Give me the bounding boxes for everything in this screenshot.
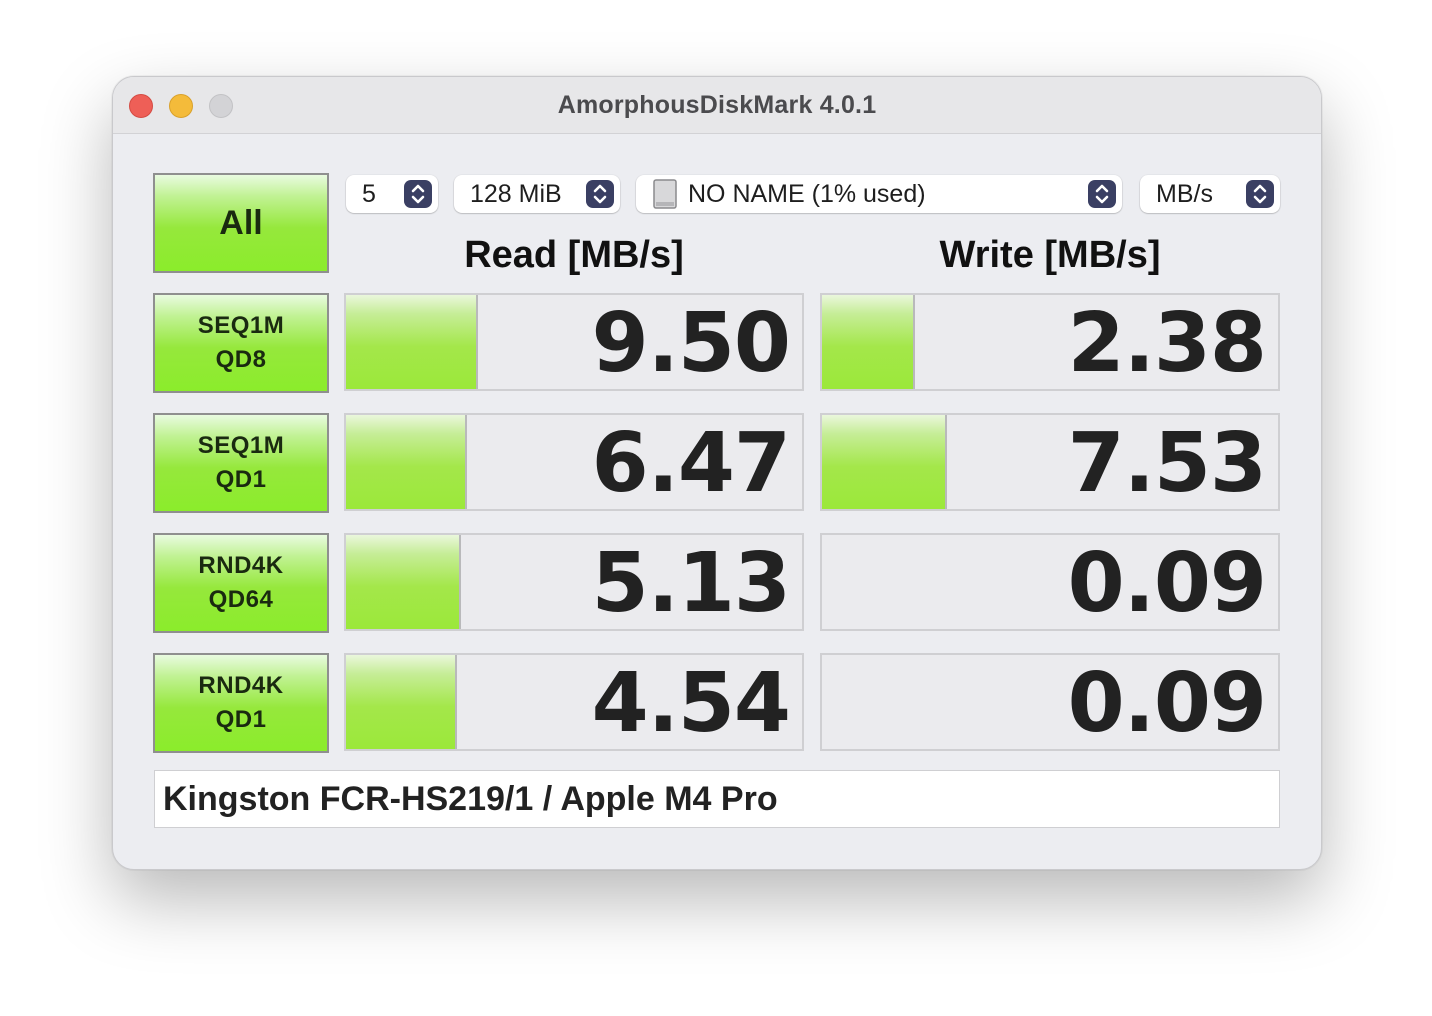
read-bar: [346, 655, 458, 749]
drive-select[interactable]: NO NAME (1% used): [636, 175, 1122, 213]
write-result-cell: 0.09: [820, 653, 1280, 751]
test-count-value: 5: [362, 179, 376, 208]
read-value: 5.13: [591, 536, 791, 631]
write-bar: [822, 415, 948, 509]
unit-select[interactable]: MB/s: [1140, 175, 1280, 213]
test-size-value: 128 MiB: [470, 179, 562, 208]
test-button-seq1m-qd8[interactable]: SEQ1M QD8: [153, 293, 329, 393]
test-label-line1: SEQ1M: [197, 432, 285, 459]
up-down-chevron-icon: [586, 180, 614, 208]
test-count-select[interactable]: 5: [346, 175, 438, 213]
write-result-cell: 7.53: [820, 413, 1280, 511]
test-button-seq1m-qd1[interactable]: SEQ1M QD1: [153, 413, 329, 513]
write-value: 2.38: [1067, 296, 1267, 391]
app-window: AmorphousDiskMark 4.0.1 All 5 128 MiB NO…: [112, 76, 1322, 870]
up-down-chevron-icon: [1088, 180, 1116, 208]
run-all-button[interactable]: All: [153, 173, 329, 273]
write-value: 0.09: [1067, 656, 1267, 751]
drive-value: NO NAME (1% used): [688, 179, 926, 208]
device-info-field[interactable]: Kingston FCR-HS219/1 / Apple M4 Pro: [154, 770, 1280, 828]
read-value: 9.50: [591, 296, 791, 391]
test-label-line2: QD1: [215, 466, 267, 493]
write-column-header: Write [MB/s]: [939, 234, 1161, 276]
test-label-line2: QD8: [215, 346, 267, 373]
test-button-rnd4k-qd64[interactable]: RND4K QD64: [153, 533, 329, 633]
window-title: AmorphousDiskMark 4.0.1: [557, 91, 877, 119]
read-result-cell: 5.13: [344, 533, 804, 631]
test-label-line2: QD1: [215, 706, 267, 733]
run-all-label: All: [219, 203, 263, 242]
up-down-chevron-icon: [404, 180, 432, 208]
test-label-line1: RND4K: [198, 672, 284, 699]
read-value: 6.47: [591, 416, 791, 511]
up-down-chevron-icon: [1246, 180, 1274, 208]
read-result-cell: 6.47: [344, 413, 804, 511]
read-value: 4.54: [591, 656, 791, 751]
read-bar: [346, 415, 468, 509]
read-result-cell: 4.54: [344, 653, 804, 751]
write-bar: [822, 295, 916, 389]
test-label-line1: SEQ1M: [197, 312, 285, 339]
test-size-select[interactable]: 128 MiB: [454, 175, 620, 213]
write-result-cell: 0.09: [820, 533, 1280, 631]
read-column-header: Read [MB/s]: [464, 234, 684, 276]
test-button-rnd4k-qd1[interactable]: RND4K QD1: [153, 653, 329, 753]
disk-drive-icon: [652, 179, 678, 209]
read-bar: [346, 295, 478, 389]
title-bar: AmorphousDiskMark 4.0.1: [113, 77, 1321, 134]
read-result-cell: 9.50: [344, 293, 804, 391]
test-label-line1: RND4K: [198, 552, 284, 579]
read-bar: [346, 535, 462, 629]
test-label-line2: QD64: [208, 586, 274, 613]
write-value: 0.09: [1067, 536, 1267, 631]
write-result-cell: 2.38: [820, 293, 1280, 391]
unit-value: MB/s: [1156, 179, 1213, 208]
write-value: 7.53: [1067, 416, 1267, 511]
